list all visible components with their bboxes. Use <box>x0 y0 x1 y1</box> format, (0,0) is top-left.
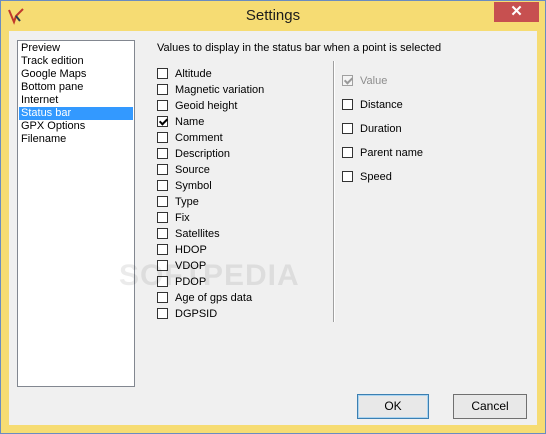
checkbox[interactable] <box>157 292 168 303</box>
checkbox-label: Value <box>360 75 388 87</box>
checkbox[interactable] <box>157 84 168 95</box>
checkbox[interactable] <box>157 132 168 143</box>
checkbox-label: Speed <box>360 171 392 183</box>
checkbox-label: Magnetic variation <box>175 84 265 96</box>
nav-item-filename[interactable]: Filename <box>19 133 133 146</box>
watermark-text: SOFTPEDIA <box>119 259 300 292</box>
nav-item-gpx-options[interactable]: GPX Options <box>19 120 133 133</box>
checkbox[interactable] <box>157 308 168 319</box>
window-title: Settings <box>245 7 301 24</box>
checkbox[interactable] <box>157 68 168 79</box>
checkbox[interactable] <box>157 116 168 127</box>
checkbox-label: Geoid height <box>175 100 238 112</box>
close-icon: ✕ <box>510 3 523 20</box>
dialog-body: Preview Track edition Google Maps Bottom pa… <box>9 31 537 425</box>
checkbox-label: Description <box>175 148 231 160</box>
checkbox-label: Source <box>175 164 210 176</box>
checkbox-label: Fix <box>175 212 190 224</box>
checkbox-label: Name <box>175 116 205 128</box>
checkbox-label: Symbol <box>175 180 212 192</box>
checkbox[interactable] <box>157 196 168 207</box>
checkbox[interactable] <box>157 244 168 255</box>
nav-item-google-maps[interactable]: Google Maps <box>19 68 133 81</box>
ok-button[interactable]: OK <box>357 394 429 419</box>
checkbox[interactable] <box>342 99 353 110</box>
checkbox[interactable] <box>157 164 168 175</box>
checkbox[interactable] <box>342 147 353 158</box>
checkbox-label: Duration <box>360 123 402 135</box>
title-bar[interactable]: Settings ✕ <box>1 1 545 31</box>
settings-window: Settings ✕ Preview Track edition Google Ma… <box>0 0 546 434</box>
nav-item-status-bar[interactable]: Status bar <box>19 107 133 120</box>
checkbox[interactable] <box>342 171 353 182</box>
checkbox <box>342 75 353 86</box>
checkbox-label: Distance <box>360 99 403 111</box>
checkbox-label: Comment <box>175 132 223 144</box>
checkbox[interactable] <box>157 228 168 239</box>
cancel-button[interactable]: Cancel <box>453 394 527 419</box>
settings-category-list[interactable]: Preview Track edition Google Maps Bottom pa… <box>17 40 135 387</box>
checkbox-label: Altitude <box>175 68 212 80</box>
nav-item-internet[interactable]: Internet <box>19 94 133 107</box>
nav-item-track-edition[interactable]: Track edition <box>19 55 133 68</box>
checkbox[interactable] <box>342 123 353 134</box>
checkbox-label: HDOP <box>175 244 207 256</box>
checkbox-label: Satellites <box>175 228 220 240</box>
checkbox[interactable] <box>157 148 168 159</box>
column-separator <box>333 61 335 322</box>
checkbox[interactable] <box>157 212 168 223</box>
panel-heading: Values to display in the status bar when… <box>157 42 442 54</box>
checkbox-label: DGPSID <box>175 308 218 320</box>
nav-item-preview[interactable]: Preview <box>19 42 133 55</box>
checkbox-label: Type <box>175 196 199 208</box>
checkbox-label: Parent name <box>360 147 423 159</box>
nav-item-bottom-pane[interactable]: Bottom pane <box>19 81 133 94</box>
checkbox[interactable] <box>157 100 168 111</box>
checkbox[interactable] <box>157 180 168 191</box>
close-button[interactable]: ✕ <box>494 2 539 22</box>
